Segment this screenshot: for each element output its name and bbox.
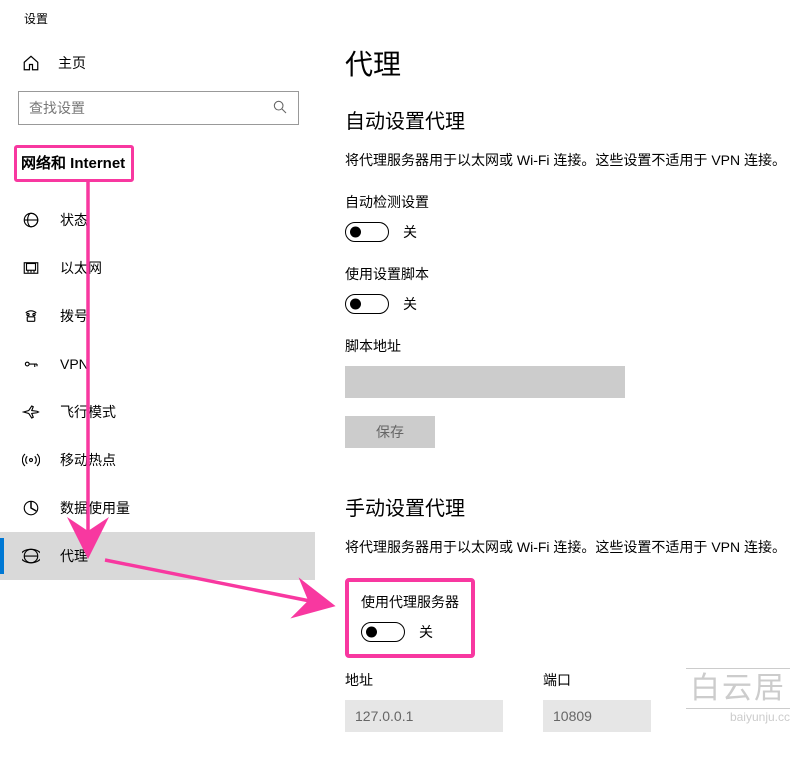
sidebar: 主页 网络和 Internet 状态 以太网 [0,33,315,757]
sidebar-item-label: 拨号 [60,306,88,326]
sidebar-item-airplane[interactable]: 飞行模式 [0,388,315,436]
sidebar-item-status[interactable]: 状态 [0,196,315,244]
search-input[interactable] [29,100,272,116]
page-title: 代理 [345,43,796,83]
address-label: 地址 [345,670,503,690]
sidebar-item-label: 数据使用量 [60,498,130,518]
auto-detect-state: 关 [403,222,417,242]
script-url-input[interactable] [345,366,625,398]
save-button[interactable]: 保存 [345,416,435,448]
section-auto-description: 将代理服务器用于以太网或 Wi-Fi 连接。这些设置不适用于 VPN 连接。 [345,150,796,172]
port-input[interactable] [543,700,651,732]
sidebar-item-label: 代理 [60,546,88,566]
search-icon [272,99,288,118]
sidebar-item-vpn[interactable]: VPN [0,340,315,388]
auto-detect-label: 自动检测设置 [345,192,796,212]
script-url-label: 脚本地址 [345,336,796,356]
datausage-icon [22,499,40,517]
dialup-icon [22,307,40,325]
airplane-icon [22,403,40,421]
sidebar-item-label: VPN [60,356,89,372]
sidebar-item-ethernet[interactable]: 以太网 [0,244,315,292]
port-column: 端口 [543,670,651,732]
home-icon [22,54,40,72]
use-proxy-highlight: 使用代理服务器 关 [345,578,475,658]
setup-script-state: 关 [403,294,417,314]
address-input[interactable] [345,700,503,732]
sidebar-section-header: 网络和 Internet [14,145,134,182]
main-content: 代理 自动设置代理 将代理服务器用于以太网或 Wi-Fi 连接。这些设置不适用于… [315,33,796,757]
hotspot-icon [22,451,40,469]
section-manual-title: 手动设置代理 [345,492,796,521]
sidebar-item-label: 移动热点 [60,450,116,470]
sidebar-item-dialup[interactable]: 拨号 [0,292,315,340]
vpn-icon [22,355,40,373]
sidebar-item-label: 状态 [60,210,88,230]
use-proxy-label: 使用代理服务器 [361,592,459,612]
sidebar-item-datausage[interactable]: 数据使用量 [0,484,315,532]
home-label: 主页 [58,53,86,73]
auto-detect-toggle[interactable] [345,222,389,242]
section-manual-description: 将代理服务器用于以太网或 Wi-Fi 连接。这些设置不适用于 VPN 连接。 [345,537,796,559]
home-link[interactable]: 主页 [0,43,315,91]
port-label: 端口 [543,670,651,690]
sidebar-nav: 状态 以太网 拨号 VPN [0,196,315,580]
sidebar-item-proxy[interactable]: 代理 [0,532,315,580]
sidebar-item-hotspot[interactable]: 移动热点 [0,436,315,484]
ethernet-icon [22,259,40,277]
use-proxy-toggle[interactable] [361,622,405,642]
setup-script-toggle[interactable] [345,294,389,314]
use-proxy-state: 关 [419,622,433,642]
proxy-icon [22,547,40,565]
setup-script-label: 使用设置脚本 [345,264,796,284]
search-input-wrapper[interactable] [18,91,299,125]
address-column: 地址 [345,670,503,732]
status-icon [22,211,40,229]
sidebar-item-label: 飞行模式 [60,402,116,422]
section-auto-title: 自动设置代理 [345,105,796,134]
sidebar-item-label: 以太网 [60,258,102,278]
app-title: 设置 [0,0,796,33]
